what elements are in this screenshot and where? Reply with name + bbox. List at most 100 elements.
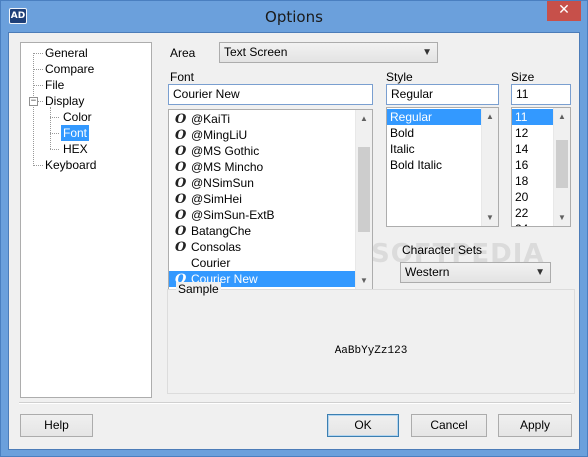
tree-item-compare[interactable]: Compare xyxy=(43,61,96,77)
sample-preview-text: AaBbYyZz123 xyxy=(334,345,408,357)
area-select[interactable]: Text Screen ▼ xyxy=(219,42,438,63)
opentype-font-icon: O xyxy=(175,128,187,143)
opentype-font-icon: O xyxy=(175,240,187,255)
size-list[interactable]: 111214161820222426 ▲ ▼ xyxy=(511,107,571,227)
area-label: Area xyxy=(170,46,196,60)
tree-guide-line xyxy=(33,69,43,70)
list-item[interactable]: O BatangChe xyxy=(169,223,355,239)
list-item-label: Bold xyxy=(390,126,415,140)
font-label: Font xyxy=(170,70,195,84)
style-list[interactable]: Regular Bold Italic Bold Italic ▲ ▼ xyxy=(386,107,499,227)
list-item[interactable]: 12 xyxy=(512,125,553,141)
opentype-font-icon: O xyxy=(175,224,187,239)
category-tree[interactable]: General Compare File − Display Color Fon… xyxy=(20,42,152,398)
tree-guide-line xyxy=(50,117,59,118)
opentype-font-icon: O xyxy=(175,112,187,127)
list-item[interactable]: O @NSimSun xyxy=(169,175,355,191)
list-item[interactable]: 24 xyxy=(512,221,553,226)
list-item-label: 18 xyxy=(515,174,529,188)
sample-label: Sample xyxy=(176,282,221,296)
font-list-items: O @KaiTi O @MingLiU O @MS Gothic O @MS Mincho O @… xyxy=(169,111,355,287)
list-item[interactable]: Bold Italic xyxy=(387,157,481,173)
cancel-button[interactable]: Cancel xyxy=(411,414,487,437)
list-item[interactable]: Italic xyxy=(387,141,481,157)
size-list-scrollbar[interactable]: ▲ ▼ xyxy=(553,108,570,226)
list-item-label: Bold Italic xyxy=(390,158,443,172)
size-label: Size xyxy=(511,70,535,84)
scroll-thumb[interactable] xyxy=(556,140,568,188)
character-sets-value: Western xyxy=(405,265,450,279)
list-item[interactable]: 14 xyxy=(512,141,553,157)
character-sets-label: Character Sets xyxy=(402,243,483,257)
list-item-label: @NSimSun xyxy=(191,176,254,190)
character-sets-select[interactable]: Western ▼ xyxy=(400,262,551,283)
scroll-down-icon[interactable]: ▼ xyxy=(554,209,570,226)
list-item[interactable]: O @SimSun-ExtB xyxy=(169,207,355,223)
list-item[interactable]: Bold xyxy=(387,125,481,141)
list-item[interactable]: O @SimHei xyxy=(169,191,355,207)
list-item[interactable]: 22 xyxy=(512,205,553,221)
list-item-label: @MS Mincho xyxy=(191,160,264,174)
tree-item-keyboard[interactable]: Keyboard xyxy=(43,157,98,173)
list-item[interactable]: Courier xyxy=(169,255,355,271)
list-item-label: Courier xyxy=(191,256,231,270)
font-list-scrollbar[interactable]: ▲ ▼ xyxy=(355,110,372,289)
options-window: AD Options ✕ General Compare File − Disp… xyxy=(0,0,588,457)
list-item-label: @KaiTi xyxy=(191,112,231,126)
size-field[interactable]: 11 xyxy=(511,84,571,105)
tree-guide-line xyxy=(33,53,43,54)
list-item[interactable]: O @KaiTi xyxy=(169,111,355,127)
tree-item-file[interactable]: File xyxy=(43,77,66,93)
scroll-thumb[interactable] xyxy=(358,147,370,232)
scroll-up-icon[interactable]: ▲ xyxy=(482,108,498,125)
tree-item-color[interactable]: Color xyxy=(61,109,94,125)
list-item-label: Italic xyxy=(390,142,415,156)
title-bar[interactable]: AD Options ✕ xyxy=(1,1,587,32)
area-value: Text Screen xyxy=(224,45,288,59)
list-item-label: Regular xyxy=(390,110,433,124)
dialog-body: General Compare File − Display Color Fon… xyxy=(8,32,580,450)
style-list-scrollbar[interactable]: ▲ ▼ xyxy=(481,108,498,226)
tree-guide-line xyxy=(50,107,51,149)
list-item-label: 20 xyxy=(515,190,529,204)
list-item[interactable]: 11 xyxy=(512,109,553,125)
style-field[interactable]: Regular xyxy=(386,84,499,105)
scroll-up-icon[interactable]: ▲ xyxy=(356,110,372,127)
tree-guide-line xyxy=(33,85,43,86)
list-item-label: @MingLiU xyxy=(191,128,248,142)
scroll-down-icon[interactable]: ▼ xyxy=(356,272,372,289)
help-button[interactable]: Help xyxy=(20,414,93,437)
ok-button[interactable]: OK xyxy=(327,414,399,437)
list-item-label: @SimSun-ExtB xyxy=(191,208,275,222)
list-item[interactable]: 20 xyxy=(512,189,553,205)
list-item[interactable]: O Consolas xyxy=(169,239,355,255)
list-item[interactable]: O @MingLiU xyxy=(169,127,355,143)
tree-item-font[interactable]: Font xyxy=(61,125,90,141)
chevron-down-icon: ▼ xyxy=(535,267,545,278)
tree-item-general[interactable]: General xyxy=(43,45,90,61)
list-item[interactable]: O @MS Gothic xyxy=(169,143,355,159)
close-button[interactable]: ✕ xyxy=(547,1,581,21)
opentype-font-icon: O xyxy=(175,160,187,175)
font-name-field[interactable]: Courier New xyxy=(168,84,373,105)
font-list[interactable]: O @KaiTi O @MingLiU O @MS Gothic O @MS Mincho O @… xyxy=(168,109,373,290)
tree-item-display[interactable]: Display xyxy=(43,93,86,109)
sample-group: Sample AaBbYyZz123 xyxy=(167,282,575,394)
list-item-label: 14 xyxy=(515,142,529,156)
size-list-items: 111214161820222426 xyxy=(512,109,553,226)
scroll-down-icon[interactable]: ▼ xyxy=(482,209,498,226)
collapse-icon[interactable]: − xyxy=(29,97,38,106)
list-item[interactable]: 18 xyxy=(512,173,553,189)
apply-button[interactable]: Apply xyxy=(498,414,572,437)
list-item[interactable]: Regular xyxy=(387,109,481,125)
button-divider xyxy=(19,402,571,404)
window-title: Options xyxy=(265,8,323,26)
list-item[interactable]: 16 xyxy=(512,157,553,173)
list-item-label: BatangChe xyxy=(191,224,252,238)
scroll-up-icon[interactable]: ▲ xyxy=(554,108,570,125)
style-list-items: Regular Bold Italic Bold Italic xyxy=(387,109,481,173)
tree-item-hex[interactable]: HEX xyxy=(61,141,90,157)
list-item-label: 16 xyxy=(515,158,529,172)
list-item[interactable]: O @MS Mincho xyxy=(169,159,355,175)
opentype-font-icon: O xyxy=(175,144,187,159)
